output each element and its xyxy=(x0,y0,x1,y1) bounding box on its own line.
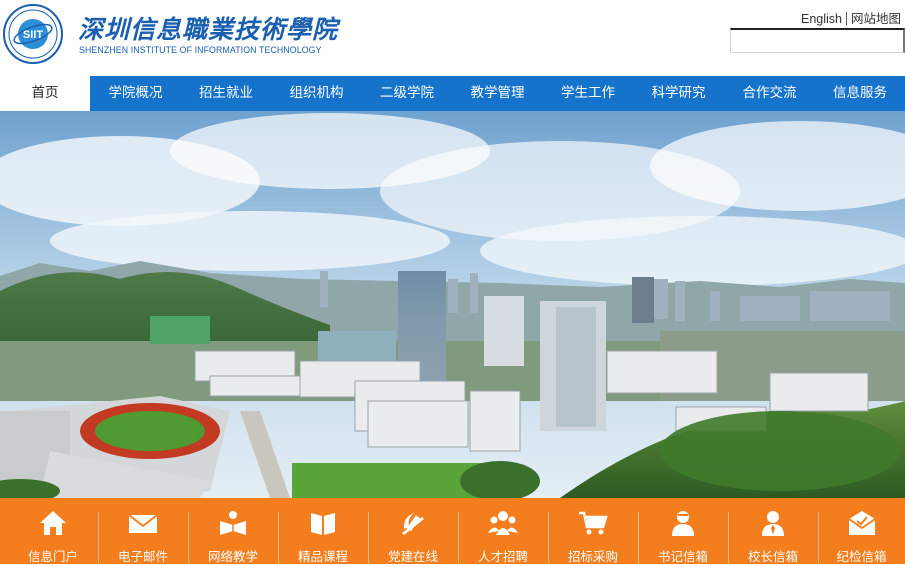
cart-icon xyxy=(579,511,608,535)
quicklink-label: 纪检信箱 xyxy=(836,549,887,564)
mail-check-icon xyxy=(847,511,876,535)
top-links-divider xyxy=(845,12,847,25)
quicklink-label: 信息门户 xyxy=(27,549,78,564)
school-emblem-icon[interactable]: SIIT xyxy=(3,4,63,64)
emblem-text: SIIT xyxy=(23,29,43,41)
quicklink-email[interactable]: 电子邮件 xyxy=(98,498,188,564)
english-link[interactable]: English xyxy=(801,12,842,26)
person-tie-icon xyxy=(762,511,784,536)
campus-panorama-image xyxy=(0,111,905,498)
quicklink-info-portal[interactable]: 信息门户 xyxy=(8,498,98,564)
quicklink-label: 人才招聘 xyxy=(477,549,528,564)
quicklink-recruitment[interactable]: 人才招聘 xyxy=(458,498,548,564)
quicklink-label: 书记信箱 xyxy=(657,549,708,564)
quicklink-label: 电子邮件 xyxy=(117,549,168,564)
school-name-cn[interactable]: 深圳信息職業技術學院 xyxy=(78,10,338,46)
quicklink-quality-courses[interactable]: 精品课程 xyxy=(278,498,368,564)
quicklink-procurement[interactable]: 招标采购 xyxy=(548,498,638,564)
home-icon xyxy=(40,511,66,535)
quicklink-label: 党建在线 xyxy=(387,549,438,564)
search-input[interactable] xyxy=(730,28,905,53)
top-links: English 网站地图 xyxy=(801,8,901,27)
sitemap-link[interactable]: 网站地图 xyxy=(851,12,901,26)
person-icon xyxy=(672,511,694,536)
nav-item-teaching[interactable]: 教学管理 xyxy=(452,76,543,111)
main-nav: 首页 学院概况 招生就业 组织机构 二级学院 教学管理 学生工作 科学研究 合作… xyxy=(0,76,905,111)
nav-item-cooperation[interactable]: 合作交流 xyxy=(724,76,815,111)
quicklink-label: 校长信箱 xyxy=(747,549,798,564)
site-header: SIIT 深圳信息職業技術學院 SHENZHEN INSTITUTE OF IN… xyxy=(0,0,905,76)
quicklink-discipline-mailbox[interactable]: 纪检信箱 xyxy=(818,498,905,564)
school-name-en[interactable]: SHENZHEN INSTITUTE OF INFORMATION TECHNO… xyxy=(79,45,322,55)
nav-item-info-services[interactable]: 信息服务 xyxy=(815,76,905,111)
quicklink-president-mailbox[interactable]: 校长信箱 xyxy=(728,498,818,564)
envelope-icon xyxy=(128,514,158,533)
quicklink-label: 招标采购 xyxy=(567,549,618,564)
nav-item-research[interactable]: 科学研究 xyxy=(633,76,724,111)
nav-item-admissions[interactable]: 招生就业 xyxy=(181,76,271,111)
quicklink-online-teaching[interactable]: 网络教学 xyxy=(188,498,278,564)
campus-banner[interactable] xyxy=(0,111,905,498)
quicklinks-bar: 信息门户 电子邮件 网络教学 精品课程 党建在线 人才招聘 招标采购 书记信箱 … xyxy=(0,498,905,564)
open-book-icon xyxy=(311,513,335,535)
quicklink-party-building[interactable]: 党建在线 xyxy=(368,498,458,564)
quicklink-secretary-mailbox[interactable]: 书记信箱 xyxy=(638,498,728,564)
nav-item-home[interactable]: 首页 xyxy=(0,76,90,111)
nav-item-about[interactable]: 学院概况 xyxy=(90,76,181,111)
people-icon xyxy=(488,511,518,535)
nav-item-colleges[interactable]: 二级学院 xyxy=(362,76,452,111)
quicklink-label: 网络教学 xyxy=(207,549,258,564)
nav-item-organization[interactable]: 组织机构 xyxy=(271,76,362,111)
book-icon xyxy=(220,511,246,535)
nav-item-student-affairs[interactable]: 学生工作 xyxy=(543,76,633,111)
party-emblem-icon xyxy=(402,513,424,535)
quicklink-label: 精品课程 xyxy=(297,549,348,564)
